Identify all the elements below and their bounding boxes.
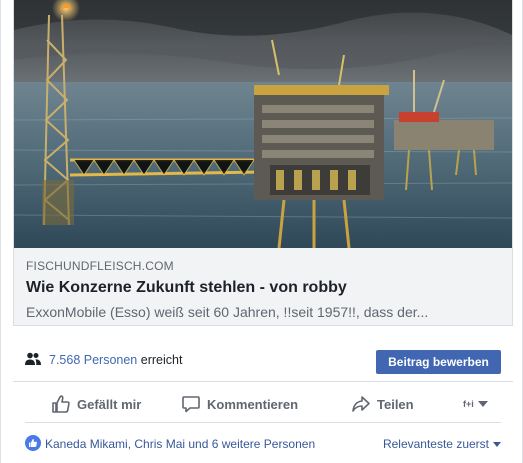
comment-sort-label: Relevanteste zuerst	[382, 437, 489, 451]
page-avatar-icon: f+i	[463, 399, 474, 409]
boost-post-button[interactable]: Beitrag bewerben	[376, 350, 501, 374]
comment-sort-dropdown[interactable]: Relevanteste zuerst	[383, 436, 501, 452]
reactions-bar: Kaneda Mikami, Chris Mai und 6 weitere P…	[25, 424, 501, 462]
action-bar: Gefällt mir Kommentieren Teilen f+i	[25, 385, 501, 423]
link-description: ExxonMobile (Esso) weiß seit 60 Jahren, …	[26, 304, 429, 320]
reactors-list-link[interactable]: Kaneda Mikami, Chris Mai und 6 weitere P…	[45, 436, 315, 452]
comment-icon	[182, 396, 200, 413]
link-preview-meta: FISCHUNDFLEISCH.COM Wie Konzerne Zukunft…	[14, 248, 512, 326]
link-domain: FISCHUNDFLEISCH.COM	[26, 259, 174, 273]
post-card: FISCHUNDFLEISCH.COM Wie Konzerne Zukunft…	[0, 0, 523, 463]
link-title[interactable]: Wie Konzerne Zukunft stehlen - von robby	[26, 277, 500, 298]
caret-down-icon	[493, 442, 501, 448]
comment-button-label: Kommentieren	[207, 396, 299, 412]
share-icon	[352, 396, 370, 412]
link-preview[interactable]: FISCHUNDFLEISCH.COM Wie Konzerne Zukunft…	[13, 0, 513, 326]
chevron-down-icon	[477, 401, 488, 407]
thumbs-up-icon	[52, 395, 70, 413]
share-button[interactable]: Teilen	[351, 385, 414, 423]
comment-button[interactable]: Kommentieren	[181, 385, 298, 423]
reach-count-link[interactable]: 7.568 Personen	[49, 353, 137, 367]
like-button[interactable]: Gefällt mir	[51, 385, 141, 423]
reach-suffix: erreicht	[140, 353, 183, 367]
people-icon	[25, 352, 41, 365]
link-preview-image[interactable]	[14, 0, 512, 248]
page-identity-selector[interactable]: f+i	[463, 397, 488, 411]
reach-bar: 7.568 Personen erreicht Beitrag bewerben	[13, 340, 513, 382]
like-button-label: Gefällt mir	[77, 396, 142, 412]
like-reaction-icon	[25, 435, 41, 451]
reach-summary: 7.568 Personen erreicht	[49, 352, 182, 368]
share-button-label: Teilen	[377, 396, 414, 412]
